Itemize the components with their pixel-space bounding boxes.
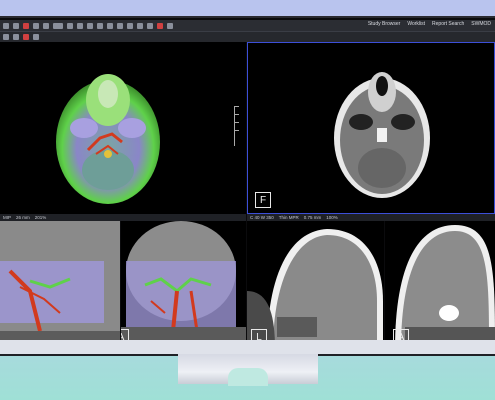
thickness-label[interactable]: 26 mm: [16, 215, 30, 220]
viewport-sagittal-fusion[interactable]: [0, 221, 120, 349]
record-icon[interactable]: [23, 22, 29, 29]
viewport-info-bar: MIP 26 mm 201%: [0, 214, 246, 221]
menu-swmod[interactable]: SWMOD: [471, 21, 491, 27]
window-label[interactable]: C 40 W 350: [250, 215, 274, 220]
rotate-icon[interactable]: [67, 22, 73, 29]
monitor-stand-notch: [228, 368, 268, 386]
series-icon[interactable]: [3, 34, 9, 40]
mpr-icon[interactable]: [137, 22, 143, 29]
menu-worklist[interactable]: Worklist: [407, 21, 425, 27]
secondary-toolbar: [0, 32, 495, 42]
export-icon[interactable]: [167, 22, 173, 29]
orientation-marker: F: [255, 192, 271, 208]
monitor-bezel: [0, 340, 495, 354]
hanging-protocol-icon[interactable]: [13, 34, 19, 40]
vr-icon[interactable]: [147, 22, 153, 29]
axial-fusion-image: [56, 74, 160, 204]
measure-icon[interactable]: [77, 22, 83, 29]
viewport-coronal-ct[interactable]: A: [385, 221, 495, 349]
viewport-coronal-fusion[interactable]: A: [121, 221, 246, 349]
viewport-info-bar: C 40 W 350 Thin MPR 0.75 mm 100%: [247, 214, 495, 221]
zoom-label[interactable]: 100%: [326, 215, 338, 220]
window-level-icon[interactable]: [33, 22, 39, 29]
fusion-icon[interactable]: [157, 22, 163, 29]
menu-study-browser[interactable]: Study Browser: [368, 21, 401, 27]
viewport-grid: F MIP 26 mm 201% C 40 W 350 Thin MPR 0.7…: [0, 42, 495, 356]
render-mode-label[interactable]: MIP: [3, 215, 11, 220]
viewport-sagittal-ct[interactable]: L: [247, 221, 384, 349]
zoom-icon[interactable]: [43, 22, 49, 29]
menu-report-search[interactable]: Report Search: [432, 21, 464, 27]
top-menu: Study Browser Worklist Report Search SWM…: [368, 21, 491, 27]
sagittal-fusion-image: [0, 221, 120, 349]
pan-icon[interactable]: [53, 22, 63, 29]
mpr-label[interactable]: Thin MPR: [279, 215, 299, 220]
grid-icon[interactable]: [127, 22, 133, 29]
patient-icon[interactable]: [3, 22, 9, 29]
annotate-icon[interactable]: [87, 22, 93, 29]
layout-icon[interactable]: [13, 22, 19, 29]
zoom-label[interactable]: 201%: [35, 215, 47, 220]
crosshair-icon[interactable]: [97, 22, 103, 29]
play-icon[interactable]: [107, 22, 113, 29]
axial-ct-image: [334, 72, 430, 198]
sagittal-ct-image: [247, 229, 383, 349]
viewport-axial-ct[interactable]: F: [247, 42, 495, 214]
sync-icon[interactable]: [33, 34, 39, 40]
link-icon[interactable]: [23, 34, 29, 40]
viewport-axial-fusion[interactable]: [0, 42, 246, 214]
stop-icon[interactable]: [117, 22, 123, 29]
scale-bar: [234, 106, 240, 146]
coronal-fusion-image: [121, 221, 246, 349]
main-toolbar: Study Browser Worklist Report Search SWM…: [0, 20, 495, 32]
monitor-screen: Study Browser Worklist Report Search SWM…: [0, 16, 495, 356]
thickness-label[interactable]: 0.75 mm: [304, 215, 322, 220]
